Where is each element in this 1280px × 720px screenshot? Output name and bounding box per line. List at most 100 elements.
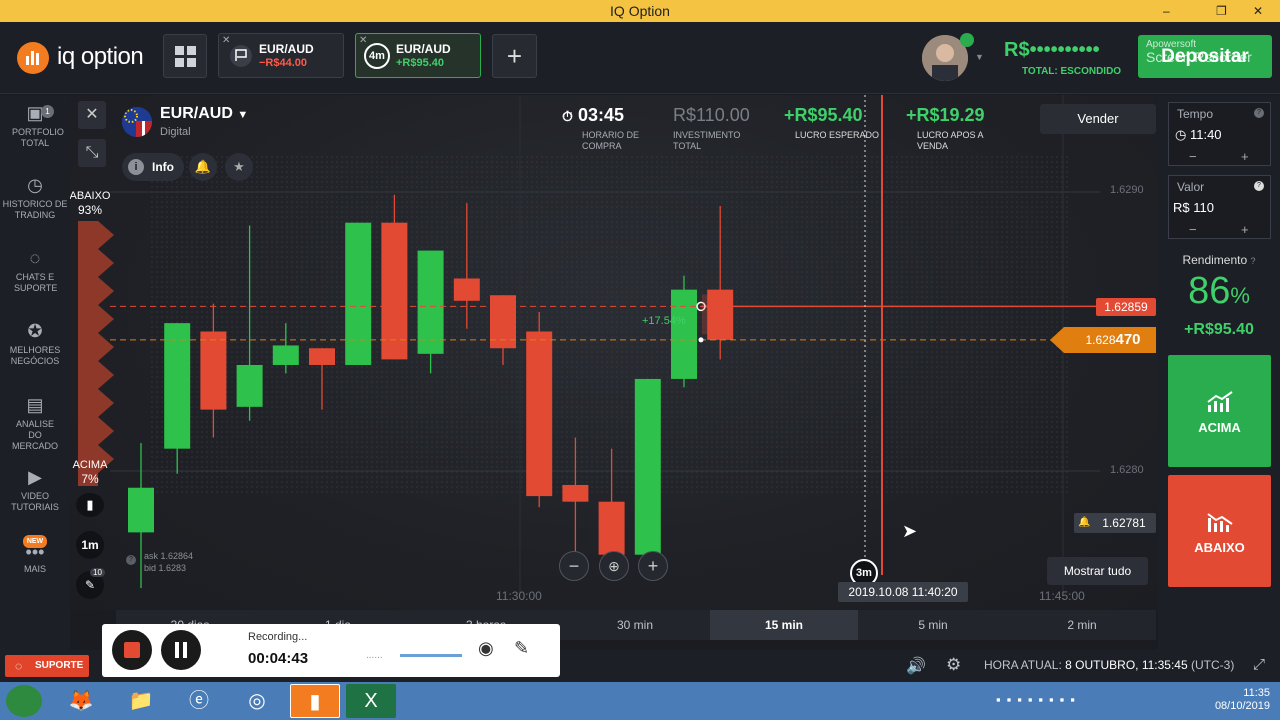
sidebar-item-label: CHATS E SUPORTE <box>14 272 58 293</box>
support-button[interactable]: ◌ SUPORTE <box>5 655 89 677</box>
candle-type-icon[interactable]: ▮ <box>76 493 104 517</box>
live-candle-glow <box>702 294 732 335</box>
candle-body <box>345 222 372 365</box>
system-tray-icons[interactable]: ▪▪▪▪▪▪▪▪ <box>996 692 1081 707</box>
collapse-icon[interactable]: ⤡ <box>78 139 106 167</box>
info-icon: i <box>128 159 144 175</box>
file-explorer-icon[interactable]: 📁 <box>116 684 166 718</box>
minimize-button[interactable]: – <box>1163 0 1170 22</box>
asset-tab-1[interactable]: ✕ EUR/AUD −R$44.00 <box>218 33 344 78</box>
close-window-button[interactable]: ✕ <box>1253 0 1263 22</box>
expected-profit-label: LUCRO ESPERADO <box>795 130 880 140</box>
firefox-icon[interactable]: 🦊 <box>56 684 106 718</box>
maximize-button[interactable]: ❐ <box>1216 0 1227 22</box>
current-price-suffix: 470 <box>1115 331 1141 348</box>
sidebar-item-video[interactable]: ▶ VIDEO TUTORIAIS <box>0 467 70 513</box>
tab-pair: EUR/AUD <box>396 42 451 56</box>
screen-recorder-toolbar: Recording... 00:04:43 ...... ◉ ✎ <box>102 624 560 677</box>
investment-label: INVESTIMENTO TOTAL <box>673 130 741 151</box>
sentiment-down-pct: 93% <box>77 203 103 217</box>
ask-bid: ? ask 1.62864 bid 1.6283 <box>126 550 193 574</box>
star-icon[interactable]: ★ <box>225 153 253 181</box>
chrome-icon[interactable]: ◎ <box>232 684 282 718</box>
chart-area[interactable]: ABAIXO 93% ACIMA 7% ✕ ⤡ EUR/AUD ▼ Digita… <box>70 95 1158 610</box>
current-time-label: HORA ATUAL: <box>984 658 1062 672</box>
sidebar-item-market-analysis[interactable]: ▤ ANALISE DO MERCADO <box>0 395 70 452</box>
zoom-in-button[interactable]: + <box>638 551 668 581</box>
call-up-button[interactable]: ACIMA <box>1168 355 1271 467</box>
excel-icon[interactable]: X <box>346 684 396 718</box>
balance-amount[interactable]: R$•••••••••• <box>1004 39 1100 62</box>
sidebar-item-chat[interactable]: ◌ CHATS E SUPORTE <box>0 248 70 294</box>
profile-dropdown-icon[interactable]: ▼ <box>975 52 984 62</box>
os-taskbar: 🦊 📁 ⓔ ◎ ▮ X ▪▪▪▪▪▪▪▪ 11:35 08/10/2019 <box>0 682 1280 720</box>
zoom-out-button[interactable]: − <box>559 551 589 581</box>
help-icon[interactable]: ? <box>126 555 136 565</box>
iqoption-taskbar-icon[interactable]: ▮ <box>290 684 340 718</box>
start-button-icon[interactable] <box>6 685 42 717</box>
current-price-dot <box>698 337 704 343</box>
asset-name[interactable]: EUR/AUD ▼ <box>160 105 248 123</box>
help-icon[interactable]: ? <box>1251 256 1256 266</box>
center-chart-button[interactable]: ⊕ <box>599 551 629 581</box>
sidebar-item-portfolio[interactable]: ▣ 1 PORTFOLIO TOTAL <box>0 103 70 149</box>
timeframe-5min[interactable]: 5 min <box>858 610 1008 640</box>
sell-button[interactable]: Vender <box>1040 104 1156 134</box>
candle-body <box>562 484 589 502</box>
fullscreen-icon[interactable]: ⤢ <box>1253 656 1265 673</box>
timeframe-15min[interactable]: 15 min <box>710 610 858 640</box>
sentiment-up-pct: 7% <box>81 472 99 486</box>
amount-decrement-button[interactable]: − <box>1189 222 1197 237</box>
sidebar-item-more[interactable]: NEW ••• MAIS <box>0 535 70 575</box>
info-button[interactable]: i Info <box>122 153 184 181</box>
recorder-watermark: Apowersoft Screen Recorder <box>1112 39 1252 64</box>
help-icon[interactable]: ? <box>1254 108 1264 118</box>
timeframe-2min[interactable]: 2 min <box>1008 610 1156 640</box>
volume-icon[interactable]: 🔊 <box>906 656 926 676</box>
sentiment-up: ACIMA 7% <box>70 458 112 486</box>
internet-explorer-icon[interactable]: ⓔ <box>174 684 224 718</box>
time-increment-button[interactable]: + <box>1241 149 1249 164</box>
put-down-button[interactable]: ABAIXO <box>1168 475 1271 587</box>
timeframe-30min[interactable]: 30 min <box>560 610 710 640</box>
purchase-time-stat: ⏱ 03:45 HORARIO DE COMPRA <box>562 105 642 152</box>
close-asset-button[interactable]: ✕ <box>78 101 106 129</box>
bell-icon: 🔔 <box>1078 517 1091 528</box>
timezone: (UTC-3) <box>1191 658 1235 672</box>
pen-icon[interactable]: ✎ <box>514 638 529 659</box>
x-tick-label: 11:30:00 <box>496 589 542 603</box>
amount-selector[interactable]: Valor ? R$ 110 − + <box>1168 175 1271 239</box>
candle-body <box>381 222 408 360</box>
pause-record-button[interactable] <box>161 630 201 670</box>
asset-dropdown-icon[interactable]: ▼ <box>237 109 248 121</box>
iqoption-logo-icon <box>17 42 49 74</box>
settings-gear-icon[interactable]: ⚙ <box>946 655 961 675</box>
play-icon: ▶ <box>28 467 42 487</box>
tab-profit: −R$44.00 <box>259 57 308 69</box>
time-selector[interactable]: Tempo ? ◷ 11:40 − + <box>1168 102 1271 166</box>
help-icon[interactable]: ? <box>1254 181 1264 191</box>
stop-record-button[interactable] <box>112 630 152 670</box>
sentiment-bar <box>78 221 118 486</box>
amount-increment-button[interactable]: + <box>1241 222 1249 237</box>
add-tab-button[interactable]: + <box>492 34 537 78</box>
window-title: IQ Option <box>610 3 670 19</box>
interval-button[interactable]: 1m <box>76 531 104 559</box>
close-tab-icon[interactable]: ✕ <box>359 35 367 46</box>
webcam-icon[interactable]: ◉ <box>478 638 494 659</box>
yield-number: 86 <box>1188 270 1231 312</box>
sidebar-item-top-deals[interactable]: ✪ MELHORES NEGÓCIOS <box>0 321 70 367</box>
sidebar-item-label: VIDEO TUTORIAIS <box>11 491 59 512</box>
audio-level-dots: ...... <box>366 650 383 661</box>
show-all-button[interactable]: Mostrar tudo <box>1047 557 1148 585</box>
sidebar-item-label: HISTORICO DE TRADING <box>2 199 68 220</box>
alert-price-tag[interactable]: 🔔 1.62781 <box>1074 513 1156 533</box>
candle-body <box>453 278 480 301</box>
time-decrement-button[interactable]: − <box>1189 149 1197 164</box>
bell-icon[interactable]: 🔔 <box>189 153 217 181</box>
asset-tab-2[interactable]: ✕ 4m EUR/AUD +R$95.40 <box>355 33 481 78</box>
asset-grid-button[interactable] <box>163 34 207 78</box>
amount-input[interactable]: R$ 110 <box>1173 200 1214 215</box>
sidebar-item-history[interactable]: ◷ HISTORICO DE TRADING <box>0 175 70 221</box>
asset-name-text: EUR/AUD <box>160 105 233 122</box>
